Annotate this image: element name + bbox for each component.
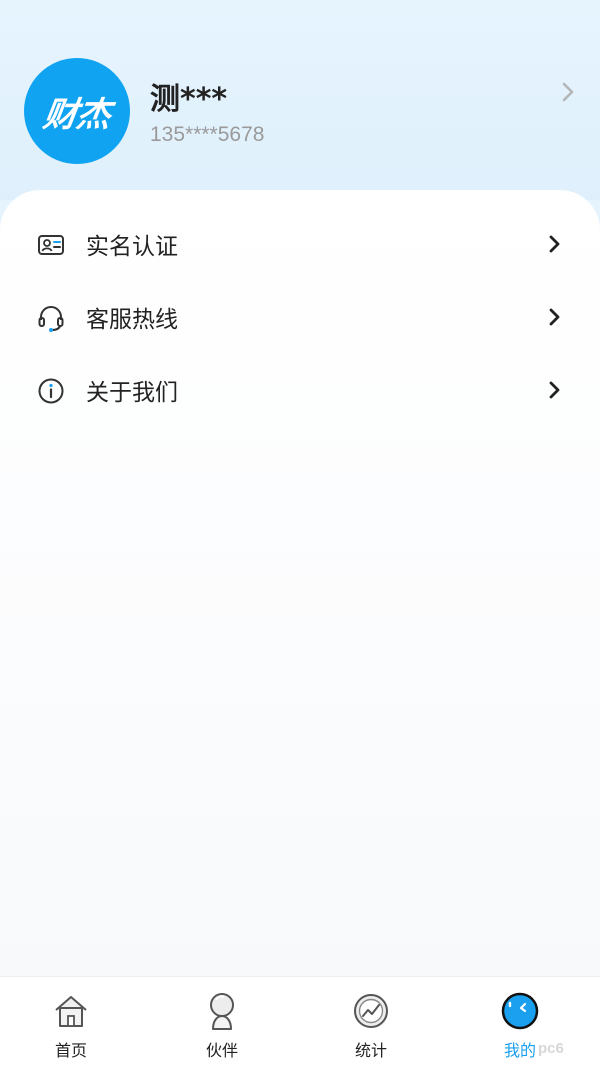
avatar[interactable]: 财杰: [24, 58, 130, 164]
menu-card: 实名认证 客服热线 关于我们: [0, 190, 600, 976]
profile-icon: [501, 992, 539, 1030]
info-icon: [38, 378, 64, 404]
tab-label: 伙伴: [205, 1041, 238, 1060]
menu-item-about-us[interactable]: 关于我们: [0, 358, 600, 422]
watermark: pc6: [538, 1040, 564, 1057]
id-card-icon: [38, 235, 64, 255]
menu-item-customer-hotline[interactable]: 客服热线: [0, 285, 600, 349]
profile-header[interactable]: 财杰 测*** 135****5678: [0, 0, 600, 200]
tab-label: 统计: [354, 1041, 387, 1060]
tab-label: 首页: [54, 1041, 87, 1060]
chevron-right-icon: [549, 308, 560, 326]
tab-statistics[interactable]: 统计: [311, 977, 431, 1068]
home-icon: [55, 996, 87, 1027]
tab-home[interactable]: 首页: [11, 977, 131, 1068]
partner-icon: [210, 993, 234, 1030]
chevron-right-icon: [549, 235, 560, 253]
chevron-right-icon[interactable]: [554, 78, 582, 106]
menu-item-label: 客服热线: [86, 307, 178, 333]
tab-partner[interactable]: 伙伴: [162, 977, 282, 1068]
menu-item-real-name-verification[interactable]: 实名认证: [0, 212, 600, 276]
bottom-tab-bar: 首页 伙伴 统计 我的: [0, 976, 600, 1068]
stats-icon: [354, 994, 388, 1028]
chevron-right-icon: [549, 381, 560, 399]
menu-item-label: 关于我们: [86, 380, 178, 406]
headset-icon: [38, 306, 64, 332]
user-name: 测***: [150, 82, 228, 117]
page: 财杰 测*** 135****5678 实名认证 客服热线 关于我们 首页 伙伴…: [0, 0, 600, 1068]
avatar-logo: 财杰: [40, 94, 113, 135]
user-phone: 135****5678: [150, 123, 265, 146]
menu-item-label: 实名认证: [86, 234, 178, 260]
